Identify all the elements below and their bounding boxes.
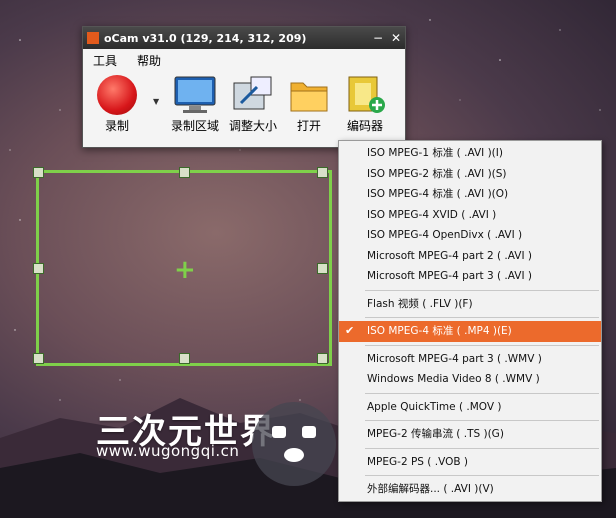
folder-icon [287, 75, 331, 115]
codec-menu: ISO MPEG-1 标准 ( .AVI )(I) ISO MPEG-2 标准 … [338, 140, 602, 502]
menu-item-quicktime-mov[interactable]: Apple QuickTime ( .MOV ) [339, 397, 601, 418]
codec-label: 编码器 [346, 119, 383, 133]
menu-item-label: ISO MPEG-1 标准 ( .AVI )(I) [367, 147, 503, 159]
menu-item-mpeg4-mp4[interactable]: ✔ ISO MPEG-4 标准 ( .MP4 )(E) [339, 321, 601, 342]
resize-handle-bottom-center[interactable] [179, 353, 190, 364]
record-area-label: 录制区域 [170, 119, 219, 133]
watermark-logo-icon [252, 402, 336, 486]
menu-help[interactable]: 帮助 [127, 52, 171, 69]
resize-handle-bottom-left[interactable] [33, 353, 44, 364]
ocam-window: oCam v31.0 (129, 214, 312, 209) − ✕ 工具 帮… [82, 26, 406, 148]
menu-tools[interactable]: 工具 [83, 52, 127, 69]
open-button[interactable]: 打开 [281, 75, 337, 134]
title-bar[interactable]: oCam v31.0 (129, 214, 312, 209) − ✕ [83, 27, 405, 49]
resize-button[interactable]: 调整大小 [225, 75, 281, 134]
menu-bar: 工具 帮助 [83, 49, 405, 71]
menu-item-label: Windows Media Video 8 ( .WMV ) [367, 373, 540, 385]
menu-item-label: MPEG-2 传输串流 ( .TS )(G) [367, 428, 504, 440]
menu-separator [365, 289, 599, 291]
ocam-app-icon [87, 32, 99, 44]
resize-handle-middle-right[interactable] [317, 263, 328, 274]
resize-handle-bottom-right[interactable] [317, 353, 328, 364]
menu-item-label: ISO MPEG-4 OpenDivx ( .AVI ) [367, 229, 523, 241]
resize-handle-middle-left[interactable] [33, 263, 44, 274]
menu-item-opendivx-avi[interactable]: ISO MPEG-4 OpenDivx ( .AVI ) [339, 225, 601, 246]
menu-item-label: ISO MPEG-4 标准 ( .AVI )(O) [367, 188, 509, 200]
close-button[interactable]: ✕ [387, 31, 405, 45]
menu-item-ms-mpeg4-part3-wmv[interactable]: Microsoft MPEG-4 part 3 ( .WMV ) [339, 349, 601, 370]
toolbar: 录制 ▼ 录制区域 调整大小 打开 编码器 [83, 71, 405, 145]
menu-item-wmv8[interactable]: Windows Media Video 8 ( .WMV ) [339, 369, 601, 390]
menu-item-ms-mpeg4-part3-avi[interactable]: Microsoft MPEG-4 part 3 ( .AVI ) [339, 266, 601, 287]
resize-label: 调整大小 [228, 119, 277, 133]
menu-item-label: Microsoft MPEG-4 part 3 ( .WMV ) [367, 352, 542, 365]
menu-item-label: Flash 视频 ( .FLV )(F) [367, 297, 473, 310]
resize-handle-top-left[interactable] [33, 167, 44, 178]
menu-separator [365, 317, 599, 318]
menu-item-external-codec[interactable]: 外部编解码器... ( .AVI )(V) [339, 479, 601, 500]
menu-item-mpeg2-ts[interactable]: MPEG-2 传输串流 ( .TS )(G) [339, 424, 601, 445]
record-area-button[interactable]: 录制区域 [167, 75, 223, 134]
record-dropdown-arrow-icon[interactable]: ▼ [153, 97, 159, 106]
menu-separator [365, 447, 599, 449]
menu-item-mpeg4-avi[interactable]: ISO MPEG-4 标准 ( .AVI )(O) [339, 184, 601, 205]
resize-handle-top-right[interactable] [317, 167, 328, 178]
move-crosshair-icon[interactable]: + [174, 257, 196, 283]
menu-item-label: ISO MPEG-2 标准 ( .AVI )(S) [367, 167, 507, 180]
menu-item-label: 外部编解码器... ( .AVI )(V) [367, 483, 494, 495]
checkmark-icon: ✔ [345, 324, 355, 337]
watermark-url: www.wugongqi.cn [96, 442, 240, 460]
record-icon [97, 75, 137, 115]
menu-item-label: Microsoft MPEG-4 part 2 ( .AVI ) [367, 249, 532, 262]
film-codec-icon [343, 75, 387, 115]
menu-item-mpeg1-avi[interactable]: ISO MPEG-1 标准 ( .AVI )(I) [339, 143, 601, 164]
menu-separator [365, 344, 599, 346]
menu-separator [365, 475, 599, 476]
menu-item-mpeg2-avi[interactable]: ISO MPEG-2 标准 ( .AVI )(S) [339, 164, 601, 185]
menu-separator [365, 420, 599, 421]
menu-item-flash-flv[interactable]: Flash 视频 ( .FLV )(F) [339, 294, 601, 315]
record-button[interactable]: 录制 [89, 75, 145, 134]
menu-item-label: ISO MPEG-4 XVID ( .AVI ) [367, 208, 497, 221]
menu-separator [365, 392, 599, 394]
minimize-button[interactable]: − [369, 31, 387, 45]
menu-item-label: MPEG-2 PS ( .VOB ) [367, 455, 468, 468]
capture-region[interactable]: + [33, 167, 332, 366]
menu-item-label: ISO MPEG-4 标准 ( .MP4 )(E) [367, 325, 512, 337]
resize-icon [231, 75, 275, 115]
menu-item-xvid-avi[interactable]: ISO MPEG-4 XVID ( .AVI ) [339, 205, 601, 226]
resize-handle-top-center[interactable] [179, 167, 190, 178]
menu-item-ms-mpeg4-part2-avi[interactable]: Microsoft MPEG-4 part 2 ( .AVI ) [339, 246, 601, 267]
menu-item-label: Apple QuickTime ( .MOV ) [367, 400, 502, 413]
monitor-icon [173, 75, 217, 115]
codec-button[interactable]: 编码器 [337, 75, 393, 134]
window-title: oCam v31.0 (129, 214, 312, 209) [104, 31, 307, 45]
open-label: 打开 [296, 119, 321, 133]
menu-item-label: Microsoft MPEG-4 part 3 ( .AVI ) [367, 270, 532, 282]
record-label: 录制 [104, 119, 129, 133]
menu-item-mpeg2-ps-vob[interactable]: MPEG-2 PS ( .VOB ) [339, 452, 601, 473]
